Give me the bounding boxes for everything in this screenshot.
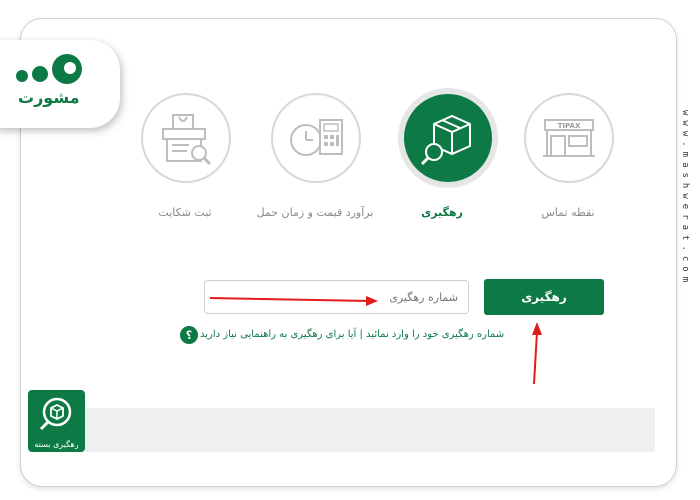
red-arrow-to-button <box>533 331 538 385</box>
package-search-icon <box>39 397 72 431</box>
footer-strip <box>32 408 655 452</box>
red-arrow-head-input <box>366 296 378 306</box>
red-arrow-to-input <box>209 297 371 302</box>
red-arrow-head-button <box>532 322 542 335</box>
package-tracking-card[interactable]: رهگیری بسته <box>28 390 85 452</box>
package-card-label: رهگیری بسته <box>34 440 79 449</box>
